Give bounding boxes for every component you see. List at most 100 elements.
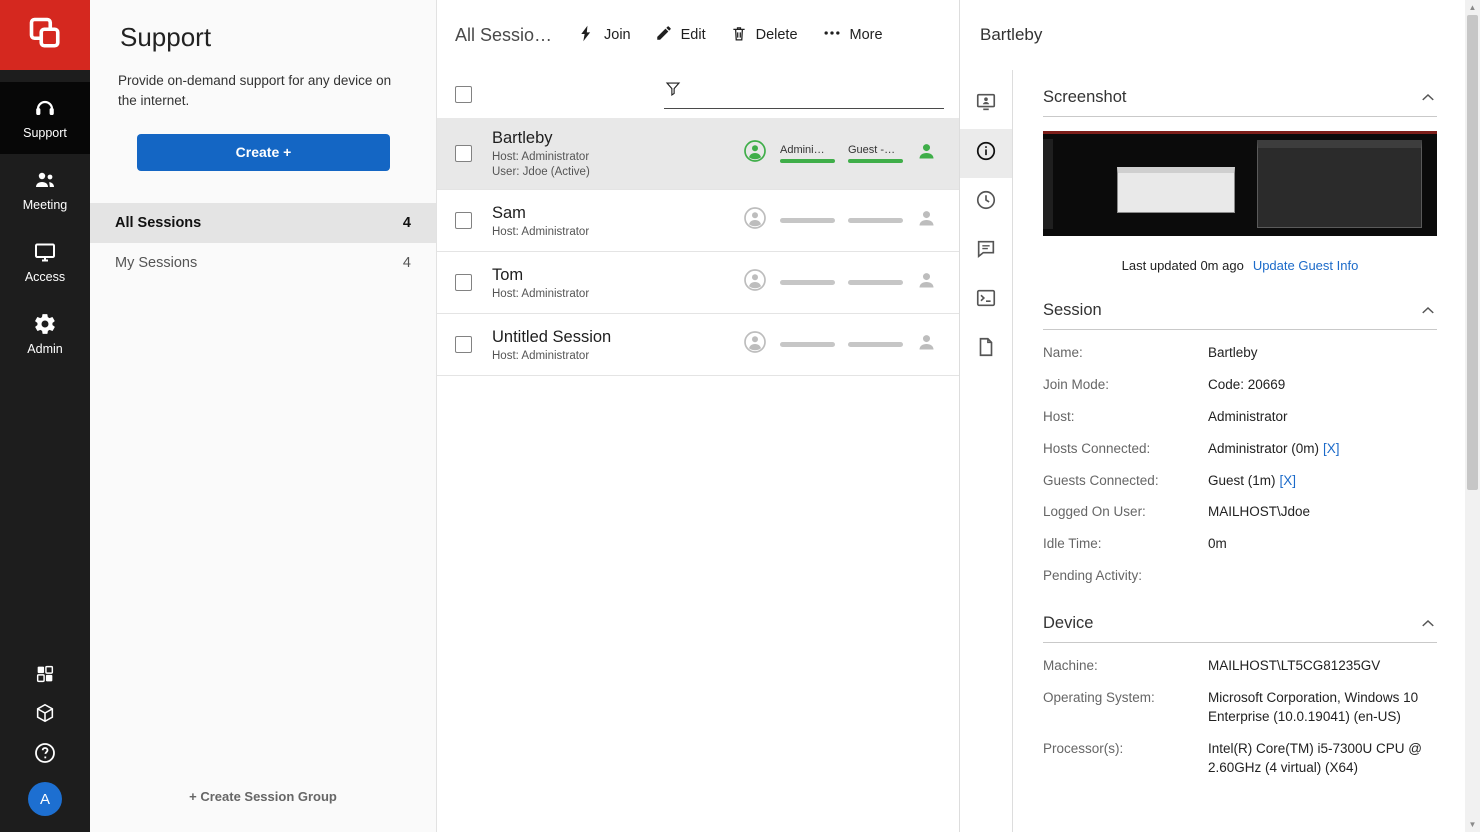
main-sidebar: Support Meeting Access Admin A: [0, 0, 90, 832]
field-row: Join Mode: Code: 20669: [1043, 376, 1437, 395]
more-button[interactable]: More: [822, 23, 883, 47]
group-all-sessions[interactable]: All Sessions 4: [90, 203, 436, 243]
create-session-group-link[interactable]: + Create Session Group: [90, 789, 436, 804]
toolbox-cube-icon[interactable]: [34, 702, 56, 724]
host-disconnected-icon: [743, 330, 767, 359]
field-value: Microsoft Corporation, Windows 10 Enterp…: [1208, 689, 1437, 727]
screenshot-section: Screenshot Last updated 0m ago Update Gu…: [1043, 88, 1437, 273]
tab-messages[interactable]: [960, 227, 1012, 276]
session-section: Session Name: Bartleby Join Mode: Code: …: [1043, 301, 1437, 586]
session-toolbar: All Sessio… Join Edit Delete More: [437, 0, 959, 70]
field-label: Machine:: [1043, 657, 1208, 676]
session-list-header: [437, 70, 959, 118]
session-checkbox[interactable]: [455, 145, 472, 162]
tab-info[interactable]: [960, 129, 1012, 178]
session-status: Admini… Guest -…: [743, 139, 937, 168]
sidebar-item-label: Access: [25, 270, 65, 284]
session-name: Untitled Session: [492, 328, 611, 347]
collapse-chevron-icon[interactable]: [1419, 89, 1437, 107]
tab-commands[interactable]: [960, 276, 1012, 325]
session-row-bartleby[interactable]: Bartleby Host: Administrator User: Jdoe …: [437, 118, 959, 190]
app-logo[interactable]: [0, 0, 90, 70]
host-connection-bar: [780, 280, 835, 285]
monitor-user-icon: [975, 91, 997, 118]
field-label: Guests Connected:: [1043, 472, 1208, 491]
tab-notes[interactable]: [960, 325, 1012, 374]
group-my-sessions[interactable]: My Sessions 4: [90, 243, 436, 283]
scroll-up-arrow[interactable]: ▲: [1465, 0, 1480, 15]
session-section-head: Session: [1043, 301, 1437, 330]
field-row: Guests Connected: Guest (1m) [X]: [1043, 472, 1437, 491]
monitor-icon: [33, 240, 57, 264]
host-disconnected-icon: [743, 268, 767, 297]
session-checkbox[interactable]: [455, 274, 472, 291]
sidebar-item-support[interactable]: Support: [0, 82, 90, 154]
guest-disconnected-icon: [916, 270, 937, 296]
tab-screenshot[interactable]: [960, 80, 1012, 129]
sidebar-item-label: Meeting: [23, 198, 67, 212]
page-title: Support: [120, 22, 436, 53]
host-connected-icon: [743, 139, 767, 168]
field-value: Guest (1m): [1208, 473, 1276, 488]
guest-connected-icon: [916, 141, 937, 167]
filter-input[interactable]: [688, 88, 944, 103]
more-dots-icon: [822, 23, 842, 47]
update-guest-info-link[interactable]: Update Guest Info: [1253, 258, 1359, 273]
join-button[interactable]: Join: [577, 24, 631, 47]
vertical-scrollbar[interactable]: ▲ ▼: [1465, 0, 1480, 832]
sidebar-item-meeting[interactable]: Meeting: [0, 154, 90, 226]
scroll-down-arrow[interactable]: ▼: [1465, 817, 1480, 832]
tab-timeline[interactable]: [960, 178, 1012, 227]
device-section: Device Machine: MAILHOST\LT5CG81235GV Op…: [1043, 614, 1437, 777]
edit-button[interactable]: Edit: [655, 24, 706, 46]
extensions-icon[interactable]: [34, 663, 56, 685]
disconnect-link[interactable]: [X]: [1323, 441, 1340, 456]
field-row: Operating System: Microsoft Corporation,…: [1043, 689, 1437, 727]
page-description: Provide on-demand support for any device…: [118, 71, 406, 112]
help-icon[interactable]: [33, 741, 57, 765]
guest-connection-bar: [848, 218, 903, 223]
session-checkbox[interactable]: [455, 212, 472, 229]
user-avatar[interactable]: A: [28, 782, 62, 816]
guest-connection-label: Guest -…: [848, 144, 903, 156]
scrollbar-thumb[interactable]: [1467, 15, 1478, 490]
field-value: Administrator (0m): [1208, 441, 1319, 456]
gear-icon: [33, 312, 57, 336]
session-checkbox[interactable]: [455, 336, 472, 353]
collapse-chevron-icon[interactable]: [1419, 302, 1437, 320]
select-all-checkbox[interactable]: [455, 86, 472, 103]
guest-connection-column: Guest -…: [848, 144, 903, 163]
session-host: Host: Administrator: [492, 288, 589, 300]
session-row-sam[interactable]: Sam Host: Administrator: [437, 190, 959, 252]
session-row-untitled[interactable]: Untitled Session Host: Administrator: [437, 314, 959, 376]
session-group-list: All Sessions 4 My Sessions 4: [90, 203, 436, 283]
collapse-chevron-icon[interactable]: [1419, 615, 1437, 633]
toolbar-title: All Sessio…: [455, 25, 577, 46]
guest-disconnected-icon: [916, 332, 937, 358]
group-count: 4: [403, 255, 411, 271]
create-session-button[interactable]: Create +: [137, 134, 390, 171]
group-count: 4: [403, 215, 411, 231]
host-connection-label: Admini…: [780, 144, 835, 156]
guest-connection-bar: [848, 280, 903, 285]
field-label: Host:: [1043, 408, 1208, 427]
host-connection-bar: [780, 342, 835, 347]
field-label: Hosts Connected:: [1043, 440, 1208, 459]
session-detail-panel: Bartleby Screenshot: [960, 0, 1465, 832]
disconnect-link[interactable]: [X]: [1280, 473, 1297, 488]
session-info: Bartleby Host: Administrator User: Jdoe …: [492, 129, 590, 178]
delete-button[interactable]: Delete: [730, 24, 798, 47]
sidebar-item-label: Support: [23, 126, 67, 140]
screenshot-thumbnail[interactable]: [1043, 131, 1437, 236]
sidebar-item-admin[interactable]: Admin: [0, 298, 90, 370]
host-disconnected-icon: [743, 206, 767, 235]
session-name: Sam: [492, 204, 589, 223]
field-value: MAILHOST\LT5CG81235GV: [1208, 657, 1437, 676]
sidebar-item-access[interactable]: Access: [0, 226, 90, 298]
join-bolt-icon: [577, 24, 596, 47]
session-row-tom[interactable]: Tom Host: Administrator: [437, 252, 959, 314]
thumbnail-dock: [1043, 139, 1053, 229]
detail-content: Screenshot Last updated 0m ago Update Gu…: [1013, 70, 1465, 832]
screenshot-caption: Last updated 0m ago Update Guest Info: [1043, 258, 1437, 273]
filter-field[interactable]: [664, 80, 944, 109]
